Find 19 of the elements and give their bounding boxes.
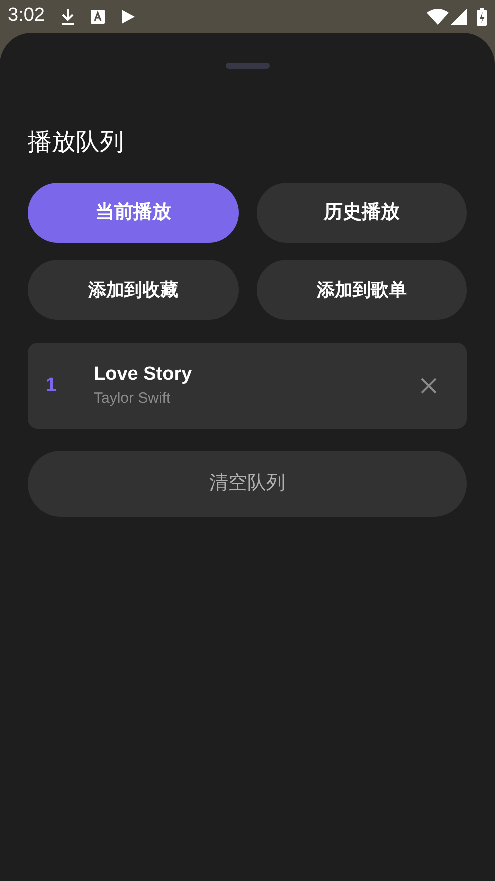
signal-icon [451, 8, 467, 24]
square-app-icon [90, 10, 105, 24]
action-button[interactable]: 添加到歌单 [256, 260, 467, 320]
download-icon [60, 8, 75, 25]
track-number: 1 [46, 374, 58, 398]
drag-handle[interactable] [226, 63, 270, 69]
queue-tab[interactable]: 历史播放 [256, 183, 467, 243]
queue-item[interactable]: 1 Love Story Taylor Swift [28, 343, 467, 429]
clear-queue-button[interactable]: 清空队列 [28, 451, 467, 517]
battery-icon [477, 8, 487, 26]
sheet-title: 播放队列 [28, 128, 124, 158]
queue-tab[interactable]: 当前播放 [28, 183, 238, 243]
track-title: Love Story [94, 363, 192, 387]
close-icon[interactable] [421, 378, 437, 394]
track-artist: Taylor Swift [94, 389, 171, 409]
play-icon [122, 10, 135, 24]
status-time: 3:02 [8, 4, 45, 28]
wifi-icon [427, 8, 449, 24]
action-button[interactable]: 添加到收藏 [28, 260, 238, 320]
